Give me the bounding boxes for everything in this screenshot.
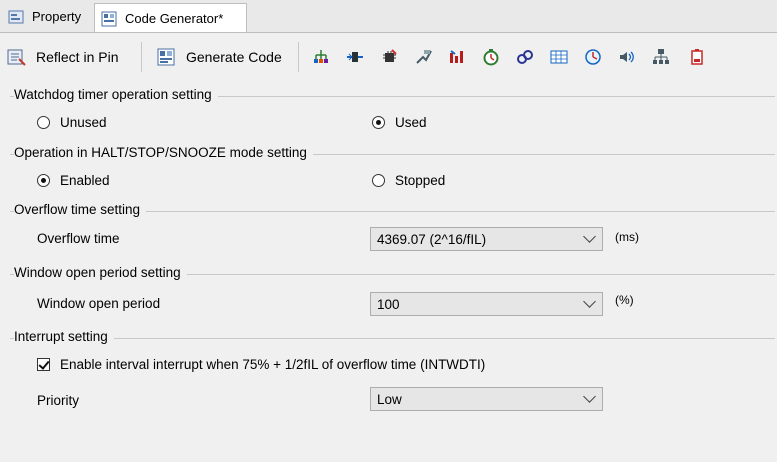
window-open-period-value: 100 [377,296,400,312]
section-title: Window open period setting [14,265,187,280]
tab-code-generator[interactable]: Code Generator* [94,3,247,33]
network-icon[interactable] [652,48,670,66]
interrupt-icon[interactable] [448,48,466,66]
window-unit: (%) [615,293,634,307]
section-title: Overflow time setting [14,202,147,217]
chip-icon[interactable] [380,48,398,66]
section-title: Watchdog timer operation setting [14,87,218,102]
section-watchdog: Watchdog timer operation setting [10,87,775,105]
tab-code-generator-label: Code Generator* [125,11,224,26]
overflow-time-select[interactable]: 4369.07 (2^16/fIL) [370,227,603,251]
tab-property-label: Property [32,9,82,24]
reflect-in-pin-label: Reflect in Pin [36,49,119,65]
priority-label: Priority [37,393,80,408]
radio-stopped-dot[interactable] [372,174,385,187]
radio-enabled[interactable]: Enabled [37,173,110,188]
radio-enabled-dot[interactable] [37,174,50,187]
watchdog-icon[interactable] [584,48,602,66]
sound-icon[interactable] [618,48,636,66]
section-halt-mode: Operation in HALT/STOP/SNOOZE mode setti… [10,145,775,163]
radio-unused[interactable]: Unused [37,115,107,130]
code-generator-icon [101,11,119,27]
table-icon[interactable] [550,48,568,66]
radio-stopped[interactable]: Stopped [372,173,445,188]
radio-enabled-label: Enabled [60,173,110,188]
section-window-open: Window open period setting [10,265,775,283]
priority-select[interactable]: Low [370,387,603,411]
section-title: Operation in HALT/STOP/SNOOZE mode setti… [14,145,313,160]
generate-code-label: Generate Code [186,49,282,65]
reflect-pin-icon [6,47,28,67]
window-open-period-label: Window open period [37,296,161,311]
battery-icon[interactable] [688,48,706,66]
section-overflow: Overflow time setting [10,202,775,220]
toolbar: Reflect in Pin Generate Code [0,37,777,77]
checkbox-box[interactable] [37,358,50,371]
generate-code-button[interactable]: Generate Code [156,42,282,72]
overflow-unit: (ms) [615,230,639,244]
generate-code-icon [156,47,178,67]
section-divider [10,338,775,339]
chevron-down-icon [583,230,596,243]
overflow-time-label: Overflow time [37,231,120,246]
chevron-down-icon [583,295,596,308]
reflect-in-pin-button[interactable]: Reflect in Pin [6,42,118,72]
interval-interrupt-checkbox[interactable]: Enable interval interrupt when 75% + 1/2… [37,357,485,372]
overflow-time-value: 4369.07 (2^16/fIL) [377,231,487,247]
serial-icon[interactable] [346,48,364,66]
port-icon[interactable] [414,48,432,66]
property-icon [8,9,26,25]
radio-used-label: Used [395,115,427,130]
toolbar-separator [298,42,299,72]
link-icon[interactable] [516,48,534,66]
clock-tree-icon[interactable] [312,48,330,66]
tab-property[interactable]: Property [2,3,92,30]
tab-strip: Property Code Generator* [0,0,777,33]
radio-unused-label: Unused [60,115,107,130]
timer-icon[interactable] [482,48,500,66]
section-interrupt: Interrupt setting [10,329,775,347]
toolbar-separator [141,42,142,72]
interval-interrupt-label: Enable interval interrupt when 75% + 1/2… [60,357,486,372]
radio-used[interactable]: Used [372,115,427,130]
radio-stopped-label: Stopped [395,173,446,188]
radio-used-dot[interactable] [372,116,385,129]
radio-unused-dot[interactable] [37,116,50,129]
chevron-down-icon [583,390,596,403]
priority-value: Low [377,391,402,407]
tab-divider [0,32,777,33]
section-title: Interrupt setting [14,329,114,344]
window-open-period-select[interactable]: 100 [370,292,603,316]
